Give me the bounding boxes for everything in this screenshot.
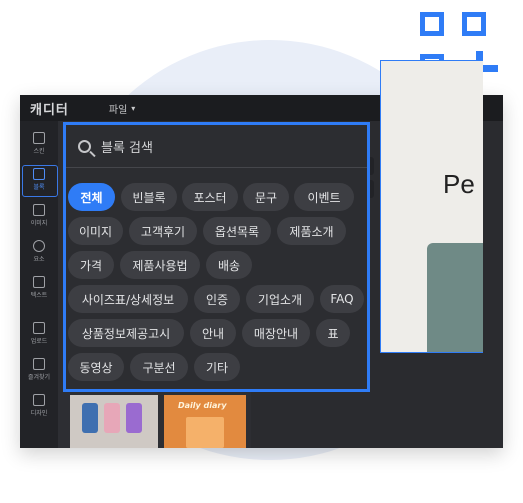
block-icon (33, 167, 45, 180)
shapes-icon (33, 239, 45, 252)
chip-poster[interactable]: 포스터 (182, 183, 238, 211)
file-menu[interactable]: 파일 ▾ (109, 101, 135, 116)
sidebar-item-my-design[interactable]: 디자인 (20, 387, 58, 423)
sidebar-item-favorites[interactable]: 즐겨찾기 (20, 351, 58, 387)
sidebar-item-image[interactable]: 이미지 (20, 197, 58, 233)
chip-price[interactable]: 가격 (68, 251, 114, 279)
chip-options[interactable]: 옵션목록 (203, 217, 271, 245)
canvas-preview-text: Pe (443, 169, 475, 199)
sidebar: 스킨 블록 이미지 요소 텍스트 업로드 즐겨찾기 디자인 (20, 121, 58, 448)
chip-divider[interactable]: 구분선 (130, 353, 188, 381)
sidebar-item-block[interactable]: 블록 (20, 161, 58, 197)
chip-reviews[interactable]: 고객후기 (129, 217, 197, 245)
layout-icon (33, 131, 45, 144)
sidebar-item-label: 이미지 (30, 219, 48, 227)
sidebar-item-label: 디자인 (30, 409, 48, 417)
chip-certification[interactable]: 인증 (194, 285, 240, 313)
sidebar-item-text[interactable]: 텍스트 (20, 269, 58, 305)
thumbnail-caption: Daily diary (178, 401, 227, 410)
sidebar-item-label: 텍스트 (30, 291, 48, 299)
chip-all[interactable]: 전체 (68, 183, 115, 211)
file-menu-label: 파일 (108, 104, 128, 116)
sidebar-item-upload[interactable]: 업로드 (20, 315, 58, 351)
search-placeholder: 블록 검색 (101, 140, 153, 156)
sidebar-item-label: 블록 (33, 183, 45, 191)
chip-shipping[interactable]: 배송 (206, 251, 252, 279)
block-thumbnails: Daily diary (70, 395, 250, 448)
block-search-input[interactable]: 블록 검색 (66, 125, 367, 168)
chip-store-guide[interactable]: 매장안내 (242, 319, 310, 347)
sidebar-item-skin[interactable]: 스킨 (20, 125, 58, 161)
upload-icon (33, 321, 45, 334)
chip-text[interactable]: 문구 (243, 183, 289, 211)
sidebar-item-elements[interactable]: 요소 (20, 233, 58, 269)
chip-video[interactable]: 동영상 (68, 353, 124, 381)
chip-etc[interactable]: 기타 (194, 353, 240, 381)
chip-image[interactable]: 이미지 (68, 217, 123, 245)
chip-event[interactable]: 이벤트 (294, 183, 354, 211)
thumbnail-phone-cases[interactable] (70, 395, 158, 448)
thumbnail-diary[interactable]: Daily diary (164, 395, 246, 448)
my-design-icon (33, 393, 45, 406)
text-icon (33, 275, 45, 288)
chip-how-to-use[interactable]: 제품사용법 (120, 251, 200, 279)
chip-product-notice[interactable]: 상품정보제공고시 (68, 319, 184, 347)
sidebar-item-label: 즐겨찾기 (27, 373, 51, 381)
search-icon (78, 139, 91, 153)
chip-company-intro[interactable]: 기업소개 (246, 285, 314, 313)
chip-guide[interactable]: 안내 (190, 319, 236, 347)
canvas-page[interactable]: Pe (380, 60, 483, 353)
image-icon (33, 203, 45, 216)
canvas-image (427, 243, 483, 352)
chip-table[interactable]: 표 (316, 319, 350, 347)
bookmark-icon (33, 357, 45, 370)
app-logo: 캐디터 (30, 102, 69, 118)
chip-size-details[interactable]: 사이즈표/상세정보 (68, 285, 188, 313)
sidebar-item-label: 요소 (33, 255, 45, 263)
sidebar-item-label: 스킨 (33, 147, 45, 155)
chip-empty-block[interactable]: 빈블록 (121, 183, 177, 211)
chevron-down-icon: ▾ (131, 103, 136, 113)
block-search-popup: 블록 검색 전체 빈블록 포스터 문구 이벤트 이미지 고객후기 옵션목록 제품… (63, 122, 370, 392)
sidebar-item-label: 업로드 (30, 337, 48, 345)
chip-product-intro[interactable]: 제품소개 (277, 217, 346, 245)
chip-faq[interactable]: FAQ (320, 285, 364, 313)
